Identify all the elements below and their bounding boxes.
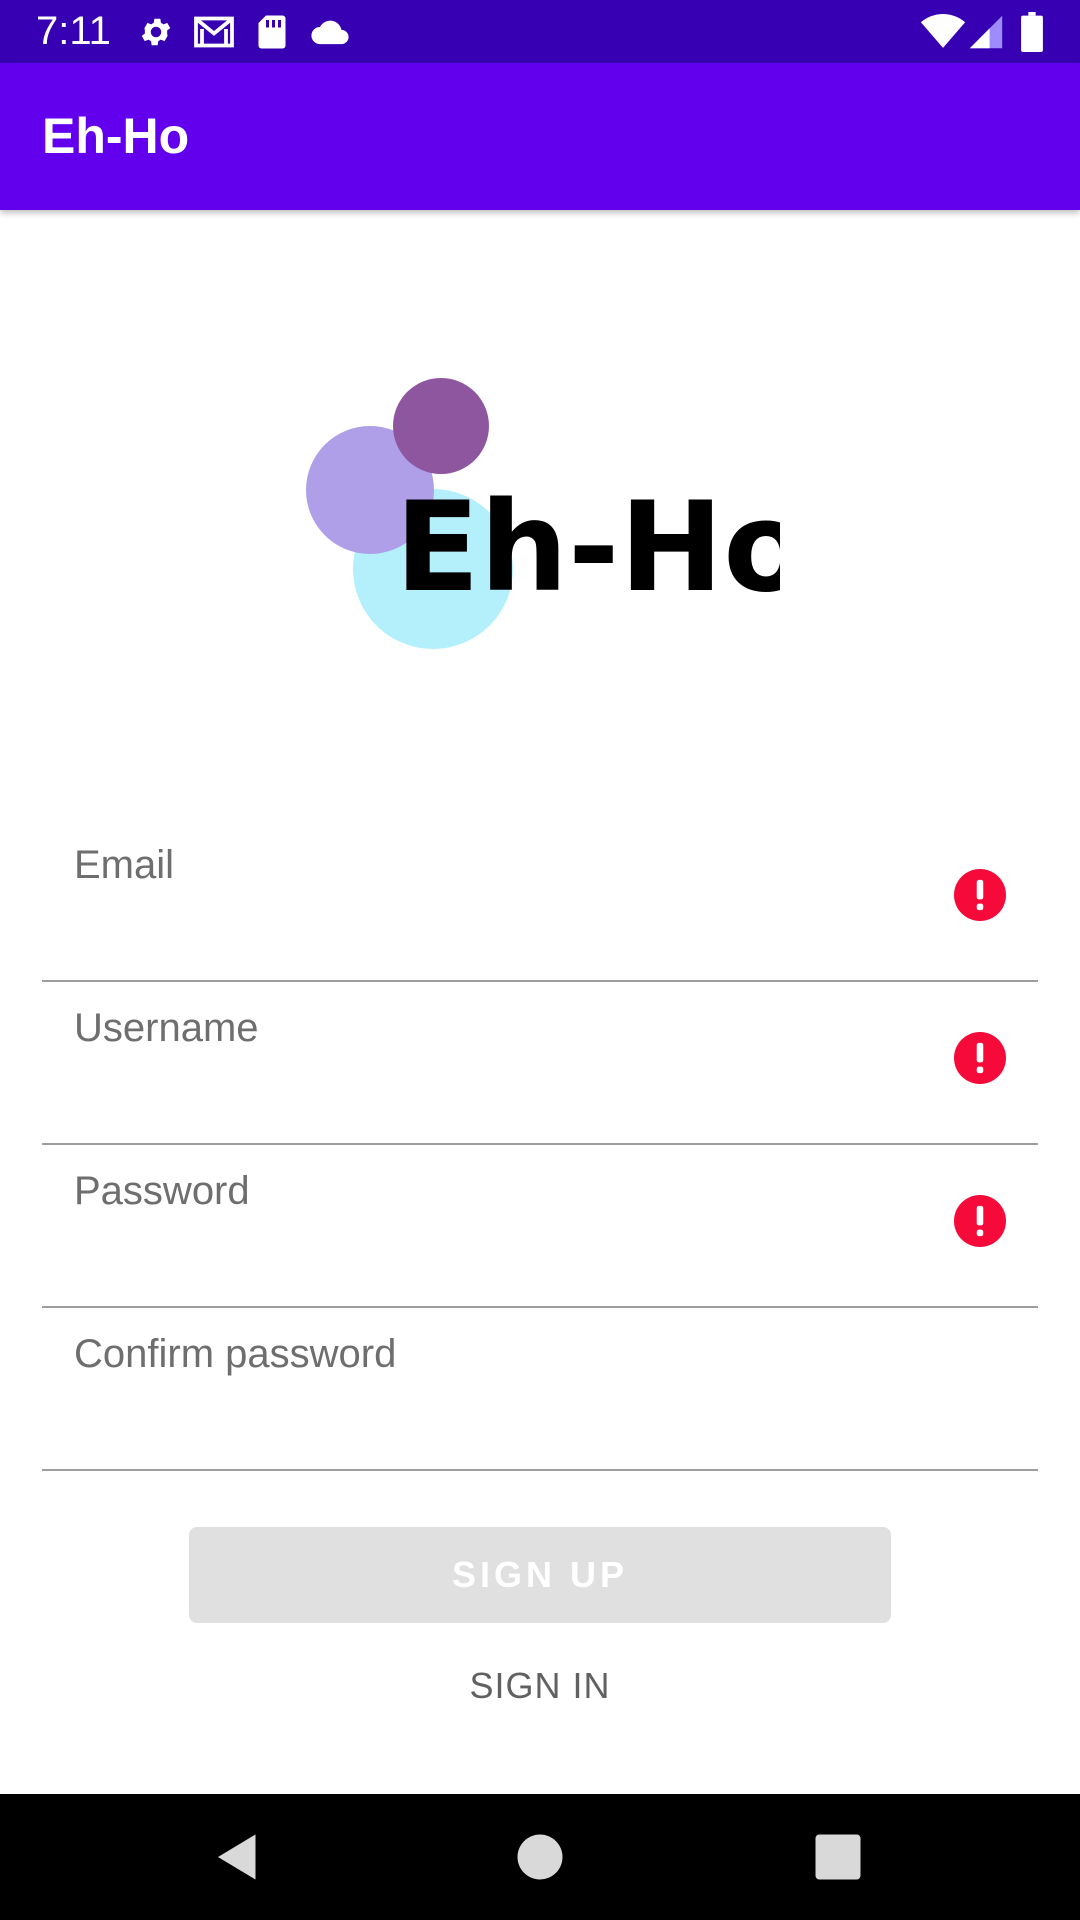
password-label: Password xyxy=(74,1169,250,1213)
error-icon xyxy=(954,869,1006,921)
signal-icon xyxy=(969,15,1003,49)
logo-circle-purple xyxy=(393,378,489,474)
battery-icon xyxy=(1021,12,1043,52)
gear-icon xyxy=(141,18,171,46)
back-icon[interactable] xyxy=(208,1827,268,1887)
email-label: Email xyxy=(74,843,175,887)
app-title: Eh-Ho xyxy=(42,108,190,164)
app-bar: Eh-Ho xyxy=(0,63,1080,210)
wifi-icon xyxy=(920,14,966,48)
email-field[interactable]: Email xyxy=(42,817,1038,982)
app-logo: Eh-Ho xyxy=(306,378,780,649)
username-label: Username xyxy=(74,1006,259,1050)
error-icon xyxy=(954,1032,1006,1084)
home-icon[interactable] xyxy=(510,1827,570,1887)
logo-text: Eh-Ho xyxy=(395,476,780,620)
sd-card-icon xyxy=(258,15,286,49)
status-bar: 7:11 xyxy=(0,0,1080,63)
error-icon xyxy=(954,1195,1006,1247)
cloud-icon xyxy=(311,20,349,45)
username-field[interactable]: Username xyxy=(42,980,1038,1145)
sign-in-button[interactable]: SIGN IN xyxy=(390,1656,690,1716)
sign-up-button[interactable]: SIGN UP xyxy=(189,1527,891,1623)
recents-icon[interactable] xyxy=(808,1827,868,1887)
confirm-password-field[interactable]: Confirm password xyxy=(42,1306,1038,1471)
confirm-password-label: Confirm password xyxy=(74,1332,397,1376)
gmail-icon xyxy=(194,16,234,48)
status-time: 7:11 xyxy=(36,9,111,53)
navigation-bar xyxy=(0,1794,1080,1920)
password-field[interactable]: Password xyxy=(42,1143,1038,1308)
